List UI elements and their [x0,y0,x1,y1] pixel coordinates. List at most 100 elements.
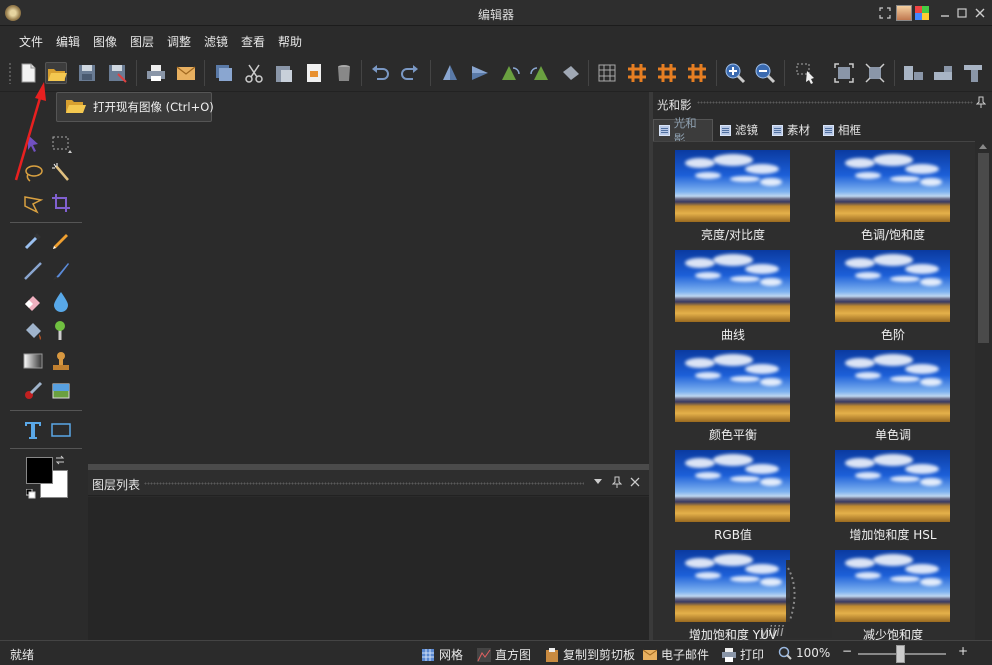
print-icon[interactable] [145,62,167,84]
print-button[interactable]: 打印 [722,646,764,663]
pin-icon[interactable] [610,475,624,489]
avatar-icon[interactable] [896,5,912,21]
save-as-icon[interactable] [106,62,128,84]
image-insert-tool-icon[interactable] [50,380,72,402]
minimize-icon[interactable] [937,5,953,21]
eraser-tool-icon[interactable] [22,290,44,312]
fit-window-icon[interactable] [833,62,855,84]
cloud-shape [905,564,939,574]
rotate-right-icon[interactable] [529,62,551,84]
paste-icon[interactable] [273,62,295,84]
rotate-left-icon[interactable] [499,62,521,84]
shape-tool-icon[interactable] [50,419,72,441]
fill-bucket-tool-icon[interactable] [22,320,44,342]
cut-icon[interactable] [243,62,265,84]
dropdown-arrow-icon[interactable] [591,475,605,489]
tab-frames[interactable]: 相框 [818,119,866,141]
pencil-tool-icon[interactable] [50,230,72,252]
copy-clipboard-button[interactable]: 复制到剪切板 [545,646,635,663]
grid-icon[interactable] [596,62,618,84]
actual-size-icon[interactable] [864,62,886,84]
grid-orange-1-icon[interactable] [626,62,648,84]
clone-stamp-tool-icon[interactable] [50,350,72,372]
copy-icon[interactable] [213,62,235,84]
line-tool-icon[interactable] [22,260,44,282]
effect-item[interactable]: 减少饱和度 [813,542,973,640]
tab-label: 相框 [838,123,861,137]
tab-materials[interactable]: 素材 [767,119,815,141]
zoom-in-icon[interactable] [724,62,746,84]
align-right-icon[interactable] [962,62,984,84]
blur-tool-icon[interactable] [50,290,72,312]
effects-scrollbar[interactable] [975,141,992,640]
zoom-readout: 100% [778,646,830,660]
zoom-in-button[interactable]: + [958,644,968,658]
email-button[interactable]: 电子邮件 [642,646,709,663]
theme-icon[interactable] [914,5,930,21]
undo-icon[interactable] [369,62,391,84]
effect-item[interactable]: 单色调 [813,342,973,442]
effect-item[interactable]: 色阶 [813,242,973,342]
redo-icon[interactable] [399,62,421,84]
crop-tool-icon[interactable] [50,192,72,214]
menu-adjust[interactable]: 调整 [167,33,191,50]
paste-new-icon[interactable] [303,62,325,84]
email-icon [642,648,658,662]
cloud-shape [873,454,913,466]
menu-image[interactable]: 图像 [93,33,117,50]
grid-orange-2-icon[interactable] [656,62,678,84]
effect-label: 颜色平衡 [708,428,757,442]
effect-item[interactable]: RGB值 [653,442,813,542]
scroll-up-icon[interactable] [979,144,987,149]
brush-tool-icon[interactable] [50,260,72,282]
menu-layer[interactable]: 图层 [130,33,154,50]
layers-list[interactable] [88,497,649,640]
tab-label: 滤镜 [735,123,758,137]
effect-item[interactable]: 亮度/对比度 [653,142,813,242]
grid-toggle-button[interactable]: 网格 [421,646,463,663]
effect-label: 增加饱和度 YUV [688,628,778,640]
text-tool-icon[interactable] [22,419,44,441]
eyedropper-tool-icon[interactable] [22,230,44,252]
select-pointer-icon[interactable] [795,62,817,84]
fullscreen-icon[interactable] [877,5,893,21]
foreground-color-swatch[interactable] [26,457,53,484]
menu-view[interactable]: 查看 [241,33,265,50]
canvas-area[interactable] [88,92,649,464]
flip-vertical-icon[interactable] [439,62,461,84]
effect-thumbnail [675,550,790,622]
effect-item[interactable]: 增加饱和度 YUV [653,542,813,640]
zoom-out-icon[interactable] [754,62,776,84]
effect-item[interactable]: 增加饱和度 HSL [813,442,973,542]
align-left-icon[interactable] [902,62,924,84]
color-replace-tool-icon[interactable] [50,320,72,342]
red-eye-tool-icon[interactable] [22,380,44,402]
effect-item[interactable]: 色调/饱和度 [813,142,973,242]
tab-filters[interactable]: 滤镜 [715,119,763,141]
scrollbar-thumb[interactable] [978,153,989,343]
reset-colors-icon[interactable] [25,488,36,499]
align-center-icon[interactable] [932,62,954,84]
zoom-out-button[interactable]: − [842,644,852,658]
email-icon[interactable] [175,62,197,84]
effect-label: 单色调 [874,428,911,442]
swap-colors-icon[interactable] [54,454,66,466]
free-rotate-icon[interactable] [559,62,581,84]
menu-help[interactable]: 帮助 [278,33,302,50]
histogram-button[interactable]: 直方图 [477,646,531,663]
close-panel-icon[interactable] [628,475,642,489]
pin-icon[interactable] [974,95,988,109]
zoom-slider-knob[interactable] [896,645,906,663]
gradient-tool-icon[interactable] [22,350,44,372]
menu-filter[interactable]: 滤镜 [204,33,228,50]
cloud-shape [873,254,913,266]
polygon-select-tool-icon[interactable] [22,192,44,214]
close-icon[interactable] [972,5,988,21]
flip-horizontal-icon[interactable] [469,62,491,84]
maximize-icon[interactable] [954,5,970,21]
tab-light-shadow[interactable]: 光和影 [653,116,713,146]
trash-icon[interactable] [333,62,355,84]
effect-item[interactable]: 曲线 [653,242,813,342]
grid-orange-3-icon[interactable] [686,62,708,84]
effect-item[interactable]: 颜色平衡 [653,342,813,442]
